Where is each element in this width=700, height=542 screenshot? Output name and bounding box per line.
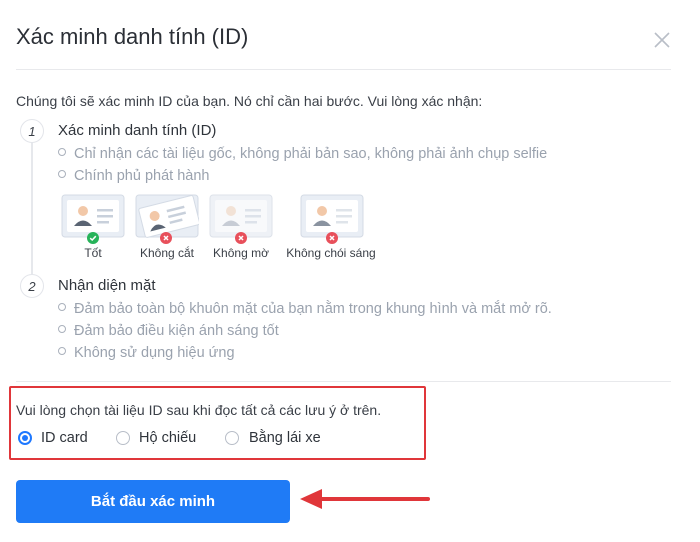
radio-label-id-card[interactable]: ID card xyxy=(41,430,88,446)
section-divider xyxy=(16,381,671,382)
radio-driver-license[interactable] xyxy=(225,431,239,445)
cross-icon xyxy=(235,232,247,244)
step-2-bullet: Đảm bảo điều kiện ánh sáng tốt xyxy=(58,323,279,339)
dialog-title: Xác minh danh tính (ID) xyxy=(16,24,249,49)
document-select-prompt: Vui lòng chọn tài liệu ID sau khi đọc tấ… xyxy=(16,402,382,418)
cross-icon xyxy=(160,232,172,244)
step-2-bullet: Đảm bảo toàn bộ khuôn mặt của bạn nằm tr… xyxy=(58,301,552,317)
step-connector xyxy=(31,142,33,274)
radio-label-driver-license[interactable]: Bằng lái xe xyxy=(249,430,321,446)
step-1-bullet: Chỉ nhận các tài liệu gốc, không phải bả… xyxy=(58,146,547,162)
cross-icon xyxy=(326,232,338,244)
step-title-id-verification: Xác minh danh tính (ID) xyxy=(58,122,217,139)
header-divider xyxy=(16,69,671,70)
highlight-box xyxy=(9,386,426,460)
step-title-face-recognition: Nhận diện mặt xyxy=(58,277,156,294)
arrow-left-icon xyxy=(300,489,430,509)
close-icon[interactable] xyxy=(650,28,674,52)
radio-id-card[interactable] xyxy=(18,431,32,445)
step-2-bullet: Không sử dụng hiệu ứng xyxy=(58,345,235,361)
example-label: Không mờ xyxy=(213,246,269,260)
radio-label-passport[interactable]: Hộ chiếu xyxy=(139,430,196,446)
example-label: Không cắt xyxy=(139,246,195,260)
step-number-2: 2 xyxy=(20,274,44,298)
check-icon xyxy=(87,232,99,244)
start-verification-button[interactable]: Bắt đầu xác minh xyxy=(16,480,290,523)
step-number-1: 1 xyxy=(20,119,44,143)
intro-text: Chúng tôi sẽ xác minh ID của bạn. Nó chỉ… xyxy=(16,93,483,109)
example-label: Tốt xyxy=(84,246,102,260)
step-1-bullet: Chính phủ phát hành xyxy=(58,168,209,184)
radio-passport[interactable] xyxy=(116,431,130,445)
example-label: Không chói sáng xyxy=(286,246,376,260)
